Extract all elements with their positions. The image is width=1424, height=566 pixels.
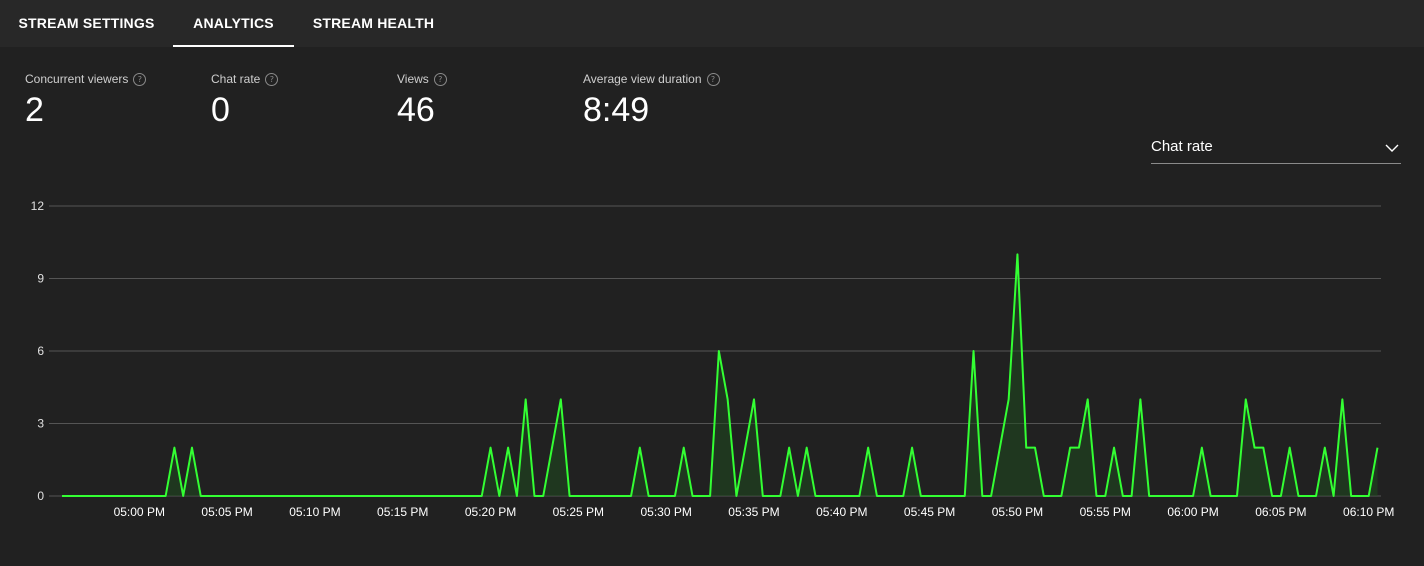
x-tick-label: 06:10 PM	[1343, 505, 1394, 519]
x-tick-label: 05:35 PM	[728, 505, 779, 519]
x-tick-label: 05:55 PM	[1080, 505, 1131, 519]
y-tick-label: 6	[37, 344, 44, 358]
x-tick-label: 05:10 PM	[289, 505, 340, 519]
x-tick-label: 05:30 PM	[640, 505, 691, 519]
x-tick-label: 06:00 PM	[1167, 505, 1218, 519]
y-tick-label: 0	[37, 489, 44, 503]
x-tick-label: 05:05 PM	[201, 505, 252, 519]
x-tick-label: 05:50 PM	[992, 505, 1043, 519]
x-tick-label: 05:15 PM	[377, 505, 428, 519]
y-tick-label: 12	[31, 199, 45, 213]
chat-rate-chart: 0 3 6 9 12 05:00 PM 05:05 PM 05:10 PM 05:15 PM 05…	[31, 199, 1395, 519]
x-tick-label: 05:45 PM	[904, 505, 955, 519]
x-tick-label: 05:25 PM	[553, 505, 604, 519]
series-area	[62, 254, 1378, 496]
x-tick-label: 05:40 PM	[816, 505, 867, 519]
x-tick-label: 05:20 PM	[465, 505, 516, 519]
x-tick-label: 06:05 PM	[1255, 505, 1306, 519]
y-tick-label: 3	[37, 417, 44, 431]
y-tick-label: 9	[37, 272, 44, 286]
x-tick-label: 05:00 PM	[114, 505, 165, 519]
